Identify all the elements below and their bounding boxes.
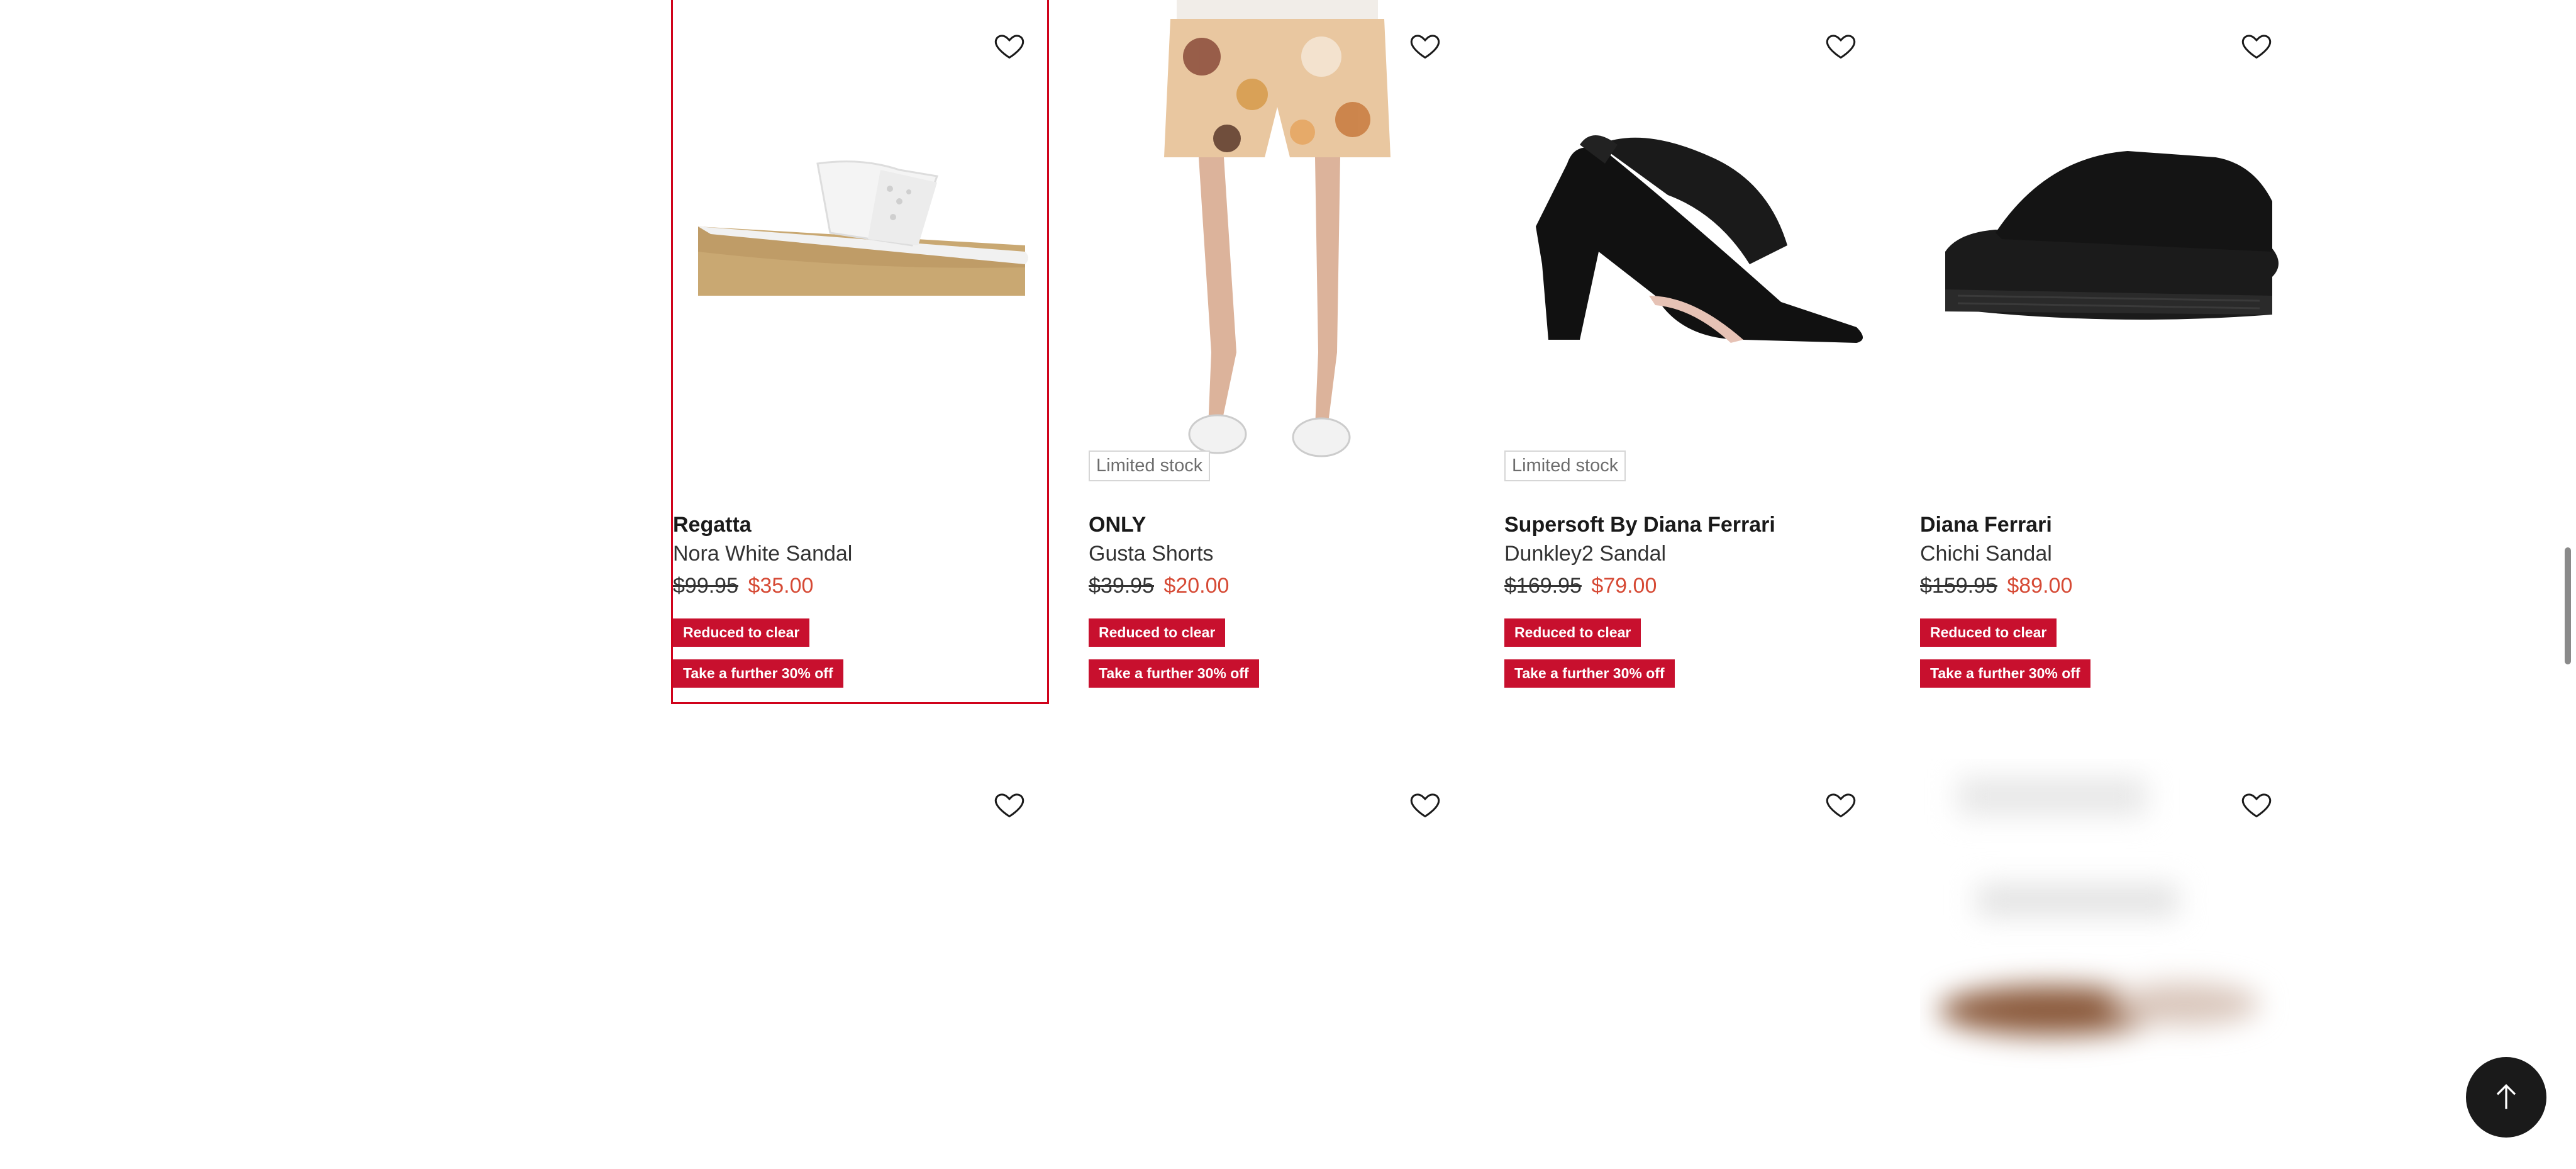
sale-price: $20.00 [1163,574,1230,598]
product-price: $99.95 $35.00 [673,568,1047,603]
promo-badge: Take a further 30% off [673,659,843,688]
product-price: $169.95 $79.00 [1504,568,1879,603]
product-grid: Regatta Nora White Sandal $99.95 $35.00 … [671,0,2296,1169]
product-info: Diana Ferrari Chichi Sandal $159.95 $89.… [1920,481,2294,688]
limited-stock-tag: Limited stock [1089,450,1211,481]
wishlist-button[interactable] [1818,781,1863,827]
wishlist-button[interactable] [2234,23,2279,68]
product-image[interactable]: Limited stock [1504,0,1879,481]
heart-outline-icon [994,35,1024,59]
promo-badge: Reduced to clear [673,618,810,647]
product-brand[interactable]: ONLY [1089,510,1463,539]
heart-outline-icon [1410,793,1440,818]
promo-badges: Reduced to clear Take a further 30% off [1920,618,2294,688]
heart-outline-icon [1826,35,1856,59]
limited-stock-tag: Limited stock [1504,450,1626,481]
heart-outline-icon [994,793,1024,818]
product-image[interactable] [1089,759,1463,1136]
product-image[interactable]: Limited stock [1089,0,1463,481]
product-image[interactable] [1920,0,2294,481]
sandal-image [1945,151,2279,320]
product-price: $159.95 $89.00 [1920,568,2294,603]
promo-badge: Reduced to clear [1089,618,1226,647]
arrow-up-icon [2496,1084,2516,1109]
promo-badges: Reduced to clear Take a further 30% off [1089,618,1463,688]
heart-outline-icon [2241,793,2272,818]
promo-badges: Reduced to clear Take a further 30% off [673,618,1047,688]
product-card[interactable]: Limited stock ONLY Gusta Shorts $39.95 $… [1089,0,1463,702]
heart-outline-icon [2241,35,2272,59]
product-card[interactable]: Limited stock Supersoft By Diana Ferrari… [1504,0,1879,702]
product-info: Supersoft By Diana Ferrari Dunkley2 Sand… [1504,481,1879,688]
wishlist-button[interactable] [987,23,1032,68]
wishlist-button[interactable] [1402,781,1448,827]
product-card[interactable] [1504,702,1879,1169]
shorts-image [1164,0,1391,457]
product-image[interactable] [1504,759,1879,1136]
promo-badges: Reduced to clear Take a further 30% off [1504,618,1879,688]
back-to-top-button[interactable] [2466,1057,2546,1138]
product-brand[interactable]: Diana Ferrari [1920,510,2294,539]
product-name[interactable]: Chichi Sandal [1920,539,2294,568]
product-brand[interactable]: Supersoft By Diana Ferrari [1504,510,1879,539]
was-price: $99.95 [673,574,738,598]
product-info: ONLY Gusta Shorts $39.95 $20.00 Reduced … [1089,481,1463,688]
was-price: $39.95 [1089,574,1154,598]
was-price: $169.95 [1504,574,1582,598]
promo-badge: Take a further 30% off [1504,659,1675,688]
product-brand[interactable]: Regatta [673,510,1047,539]
sale-price: $89.00 [2007,574,2073,598]
was-price: $159.95 [1920,574,1997,598]
wishlist-button[interactable] [2234,781,2279,827]
wishlist-button[interactable] [1818,23,1863,68]
sale-price: $35.00 [748,574,814,598]
wishlist-button[interactable] [987,781,1032,827]
promo-badge: Take a further 30% off [1920,659,2090,688]
sandal-image [1536,135,1863,343]
product-image[interactable] [673,0,1047,481]
product-card[interactable]: Diana Ferrari Chichi Sandal $159.95 $89.… [1920,0,2294,702]
product-card[interactable] [673,702,1047,1169]
product-image[interactable] [673,759,1047,1136]
promo-badge: Reduced to clear [1920,618,2057,647]
product-info: Regatta Nora White Sandal $99.95 $35.00 … [673,481,1047,688]
page-scrollbar[interactable] [2565,547,2571,664]
product-name[interactable]: Gusta Shorts [1089,539,1463,568]
wishlist-button[interactable] [1402,23,1448,68]
heart-outline-icon [1410,35,1440,59]
product-price: $39.95 $20.00 [1089,568,1463,603]
product-image-loading[interactable] [1920,759,2294,1136]
promo-badge: Take a further 30% off [1089,659,1259,688]
product-card[interactable] [1920,702,2294,1169]
sale-price: $79.00 [1591,574,1657,598]
product-card[interactable]: Regatta Nora White Sandal $99.95 $35.00 … [671,0,1049,704]
sandal-image [698,160,1028,296]
product-card[interactable] [1089,702,1463,1169]
heart-outline-icon [1826,793,1856,818]
product-name[interactable]: Nora White Sandal [673,539,1047,568]
product-name[interactable]: Dunkley2 Sandal [1504,539,1879,568]
promo-badge: Reduced to clear [1504,618,1641,647]
